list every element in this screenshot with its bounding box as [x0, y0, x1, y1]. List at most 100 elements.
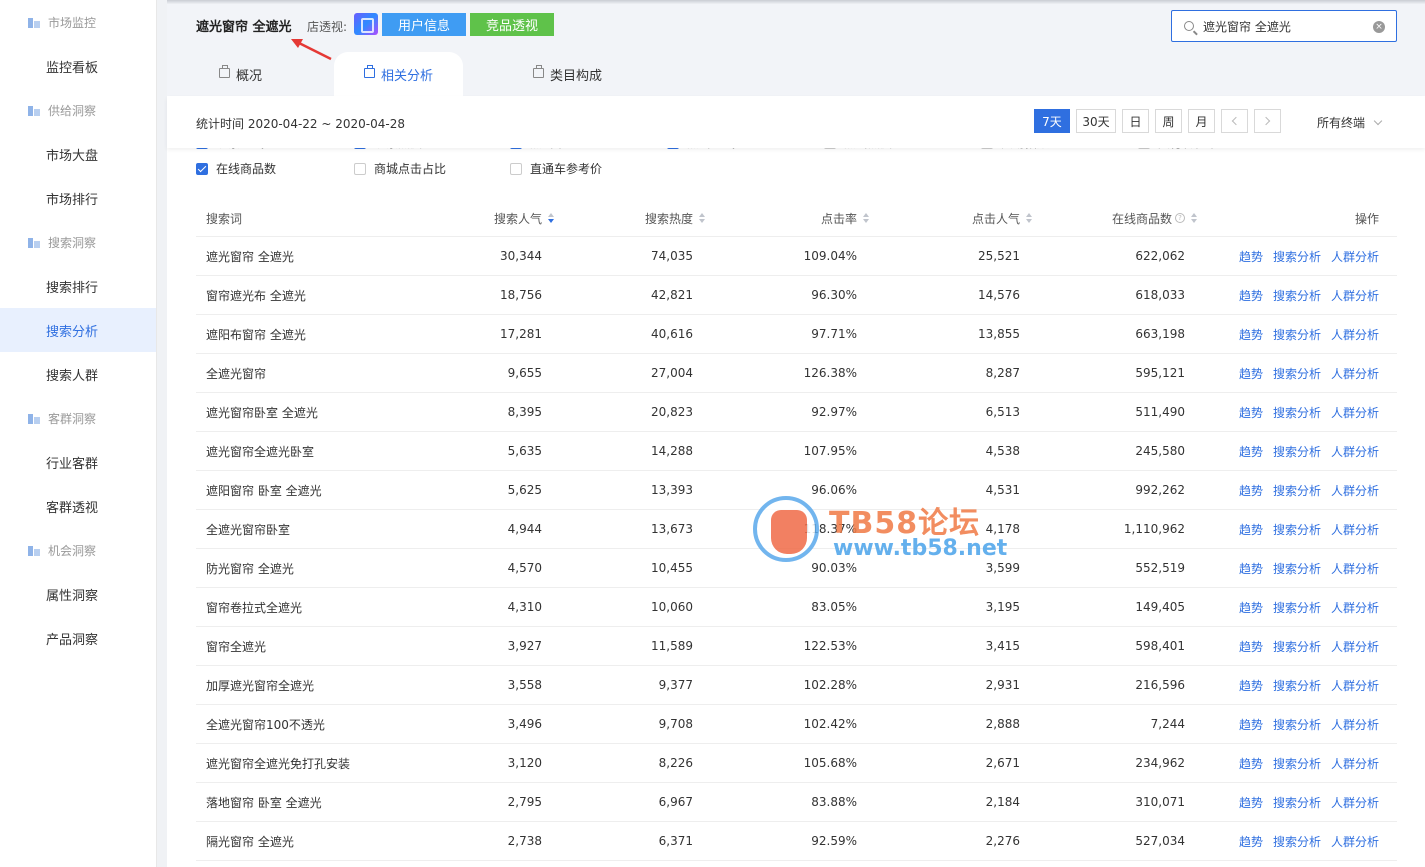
header-online-items[interactable]: 在线商品数?: [1112, 200, 1198, 236]
metric-cell: 10,455: [651, 561, 693, 575]
search-analysis-link[interactable]: 搜索分析: [1273, 638, 1321, 655]
crowd-analysis-link[interactable]: 人群分析: [1331, 287, 1379, 304]
crowd-analysis-link[interactable]: 人群分析: [1331, 326, 1379, 343]
header-search-popularity[interactable]: 搜索人气: [494, 200, 555, 236]
trend-link[interactable]: 趋势: [1239, 521, 1263, 538]
crowd-analysis-link[interactable]: 人群分析: [1331, 560, 1379, 577]
trend-link[interactable]: 趋势: [1239, 365, 1263, 382]
crowd-analysis-link[interactable]: 人群分析: [1331, 833, 1379, 850]
metric-cell: 2,276: [985, 834, 1020, 848]
trend-link[interactable]: 趋势: [1239, 716, 1263, 733]
trend-link[interactable]: 趋势: [1239, 560, 1263, 577]
search-analysis-link[interactable]: 搜索分析: [1273, 794, 1321, 811]
tab-label: 相关分析: [381, 68, 434, 84]
search-analysis-link[interactable]: 搜索分析: [1273, 404, 1321, 421]
clear-icon[interactable]: ×: [1373, 21, 1385, 33]
next-period-button[interactable]: [1254, 109, 1281, 133]
crowd-analysis-link[interactable]: 人群分析: [1331, 599, 1379, 616]
search-analysis-link[interactable]: 搜索分析: [1273, 677, 1321, 694]
crowd-analysis-link[interactable]: 人群分析: [1331, 794, 1379, 811]
shop-logo-icon[interactable]: [354, 13, 378, 35]
trend-link[interactable]: 趋势: [1239, 638, 1263, 655]
trend-link[interactable]: 趋势: [1239, 287, 1263, 304]
crowd-analysis-link[interactable]: 人群分析: [1331, 482, 1379, 499]
prev-period-button[interactable]: [1221, 109, 1248, 133]
search-analysis-link[interactable]: 搜索分析: [1273, 755, 1321, 772]
trend-link[interactable]: 趋势: [1239, 482, 1263, 499]
crowd-analysis-link[interactable]: 人群分析: [1331, 677, 1379, 694]
period-7d-button[interactable]: 7天: [1034, 109, 1070, 133]
search-analysis-link[interactable]: 搜索分析: [1273, 443, 1321, 460]
keyword-cell: 防光窗帘 全遮光: [206, 561, 294, 576]
header-click-rate[interactable]: 点击率: [821, 200, 870, 236]
trend-link[interactable]: 趋势: [1239, 677, 1263, 694]
header-search-heat[interactable]: 搜索热度: [645, 200, 706, 236]
keyword-cell: 遮光窗帘全遮光卧室: [206, 444, 315, 459]
trend-link[interactable]: 趋势: [1239, 248, 1263, 265]
tab-related-analysis[interactable]: 相关分析: [334, 52, 464, 96]
keyword-cell: 遮阳窗帘 卧室 全遮光: [206, 483, 322, 498]
search-analysis-link[interactable]: 搜索分析: [1273, 716, 1321, 733]
trend-link[interactable]: 趋势: [1239, 794, 1263, 811]
metric-cell: 1,110,962: [1123, 522, 1185, 536]
metric-cell: 10,060: [651, 600, 693, 614]
checkbox-icon: [510, 162, 522, 175]
trend-link[interactable]: 趋势: [1239, 755, 1263, 772]
trend-link[interactable]: 趋势: [1239, 326, 1263, 343]
period-week-button[interactable]: 周: [1155, 109, 1182, 133]
user-info-button[interactable]: 用户信息: [382, 13, 466, 36]
tab-category-composition[interactable]: 类目构成: [533, 52, 602, 96]
metric-cell: 310,071: [1135, 795, 1185, 809]
crowd-analysis-link[interactable]: 人群分析: [1331, 716, 1379, 733]
search-analysis-link[interactable]: 搜索分析: [1273, 287, 1321, 304]
metric-checkbox[interactable]: 直通车参考价: [510, 160, 602, 177]
sidebar-item[interactable]: 搜索分析: [0, 308, 156, 352]
crowd-analysis-link[interactable]: 人群分析: [1331, 755, 1379, 772]
keyword-search-input[interactable]: [1203, 19, 1363, 33]
metric-checkbox[interactable]: 商城点击占比: [354, 160, 446, 177]
search-analysis-link[interactable]: 搜索分析: [1273, 482, 1321, 499]
search-analysis-link[interactable]: 搜索分析: [1273, 326, 1321, 343]
sidebar-item[interactable]: 搜索人群: [0, 352, 156, 396]
keyword-search-box[interactable]: ×: [1171, 10, 1397, 42]
metric-cell: 245,580: [1135, 444, 1185, 458]
trend-link[interactable]: 趋势: [1239, 404, 1263, 421]
sidebar-item[interactable]: 客群透视: [0, 484, 156, 528]
period-month-button[interactable]: 月: [1188, 109, 1215, 133]
metric-cell: 3,558: [507, 678, 542, 692]
metric-cell: 17,281: [500, 327, 542, 341]
metric-checkbox[interactable]: 在线商品数: [196, 160, 276, 177]
search-analysis-link[interactable]: 搜索分析: [1273, 560, 1321, 577]
crowd-analysis-link[interactable]: 人群分析: [1331, 365, 1379, 382]
competitor-perspective-button[interactable]: 竞品透视: [470, 13, 554, 36]
trend-link[interactable]: 趋势: [1239, 443, 1263, 460]
sidebar-item[interactable]: 产品洞察: [0, 616, 156, 660]
sidebar-item[interactable]: 市场大盘: [0, 132, 156, 176]
search-analysis-link[interactable]: 搜索分析: [1273, 833, 1321, 850]
crowd-analysis-link[interactable]: 人群分析: [1331, 443, 1379, 460]
search-analysis-link[interactable]: 搜索分析: [1273, 248, 1321, 265]
crowd-analysis-link[interactable]: 人群分析: [1331, 638, 1379, 655]
sidebar-item[interactable]: 属性洞察: [0, 572, 156, 616]
tab-overview[interactable]: 概况: [219, 52, 262, 96]
terminal-select[interactable]: 所有终端: [1317, 114, 1383, 131]
crowd-analysis-link[interactable]: 人群分析: [1331, 248, 1379, 265]
keyword-cell: 窗帘卷拉式全遮光: [206, 600, 303, 615]
crowd-analysis-link[interactable]: 人群分析: [1331, 521, 1379, 538]
metric-cell: 4,944: [507, 522, 542, 536]
search-analysis-link[interactable]: 搜索分析: [1273, 365, 1321, 382]
metric-cell: 105.68%: [803, 756, 857, 770]
trend-link[interactable]: 趋势: [1239, 599, 1263, 616]
search-analysis-link[interactable]: 搜索分析: [1273, 599, 1321, 616]
period-30d-button[interactable]: 30天: [1076, 109, 1116, 133]
sidebar-item[interactable]: 监控看板: [0, 44, 156, 88]
search-analysis-link[interactable]: 搜索分析: [1273, 521, 1321, 538]
trend-link[interactable]: 趋势: [1239, 833, 1263, 850]
header-click-popularity[interactable]: 点击人气: [972, 200, 1033, 236]
sidebar-item[interactable]: 搜索排行: [0, 264, 156, 308]
table-row: 遮光窗帘 全遮光 30,344 74,035 109.04% 25,521 622,062…: [196, 237, 1397, 276]
sidebar-item[interactable]: 市场排行: [0, 176, 156, 220]
period-day-button[interactable]: 日: [1122, 109, 1149, 133]
crowd-analysis-link[interactable]: 人群分析: [1331, 404, 1379, 421]
sidebar-item[interactable]: 行业客群: [0, 440, 156, 484]
